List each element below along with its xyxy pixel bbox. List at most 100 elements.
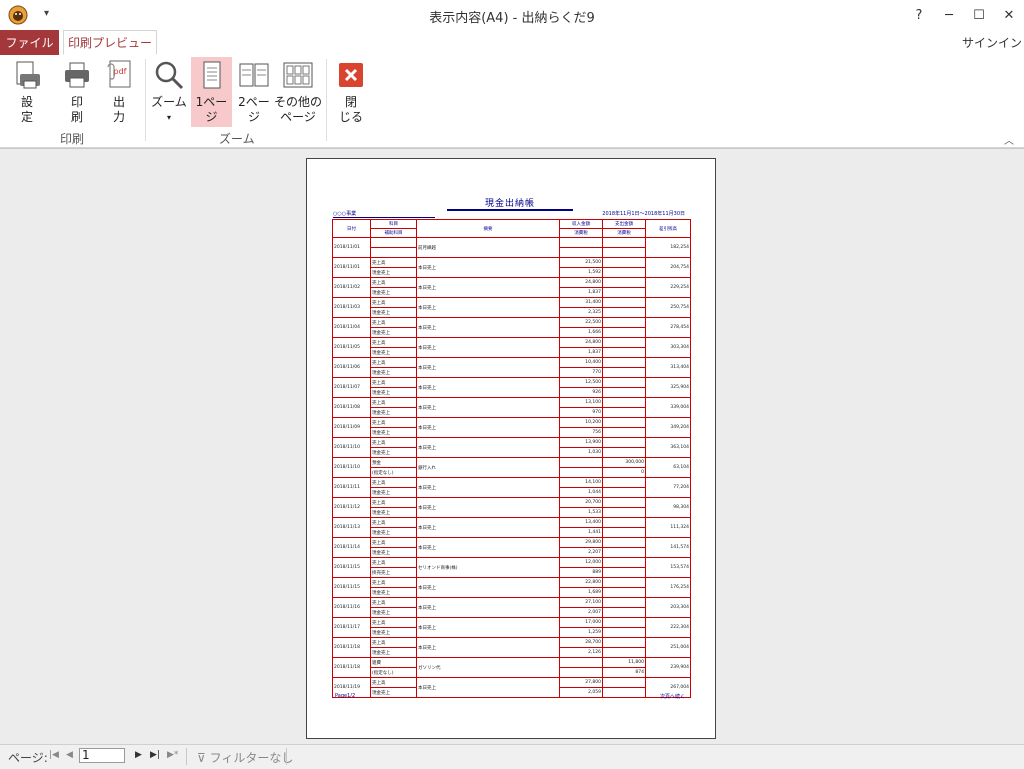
cell-sub-account: 現金売上 (370, 587, 417, 598)
cell-expense (602, 397, 646, 408)
cell-expense (602, 377, 646, 388)
cell-balance: 251,004 (645, 637, 691, 658)
print-button[interactable]: 印 刷 (58, 59, 96, 125)
ledger-row: 2018/11/06 売上高 本日売上 10,400 313,404 (332, 357, 691, 378)
cell-date: 2018/11/02 (332, 277, 371, 298)
cell-date: 2018/11/03 (332, 297, 371, 318)
cell-expense-tax (602, 647, 646, 658)
tab-file[interactable]: ファイル (0, 30, 59, 55)
ledger-row: 2018/11/16 売上高 本日売上 27,100 203,304 (332, 597, 691, 618)
cell-expense (602, 597, 646, 608)
cell-account: 売上高 (370, 617, 417, 628)
cell-summary: 本日売上 (416, 257, 560, 278)
svg-text:pdf: pdf (114, 67, 127, 76)
cell-expense-tax (602, 687, 646, 698)
cell-summary: 本日売上 (416, 517, 560, 538)
cell-income-tax: 926 (559, 387, 603, 398)
tab-print-preview[interactable]: 印刷プレビュー (63, 30, 157, 55)
cell-expense-tax (602, 607, 646, 618)
ledger-row: 2018/11/04 売上高 本日売上 22,500 278,454 (332, 317, 691, 338)
cell-expense (602, 337, 646, 348)
first-page-button[interactable]: |◀ (49, 750, 59, 760)
other-pages-button[interactable]: その他の ページ (274, 59, 323, 125)
ledger-row: 2018/11/19 売上高 本日売上 27,800 267,004 (332, 677, 691, 698)
printer-icon (65, 62, 89, 88)
cell-account: 売上高 (370, 357, 417, 368)
cell-sub-account: 現金売上 (370, 407, 417, 418)
cell-account: 売上高 (370, 637, 417, 648)
cell-expense (602, 357, 646, 368)
report-period: 2018年11月1日～2018年11月30日 (602, 211, 685, 217)
cell-expense: 300,000 (602, 457, 646, 468)
zoom-button[interactable]: ズーム ▾ (150, 59, 188, 125)
cell-account: 売上高 (370, 417, 417, 428)
cell-income-tax: 1,666 (559, 327, 603, 338)
cell-date: 2018/11/14 (332, 537, 371, 558)
cell-summary: 本日売上 (416, 597, 560, 618)
next-page-button[interactable]: ▶ (135, 750, 142, 760)
cell-balance: 222,304 (645, 617, 691, 638)
signin-link[interactable]: サインイン (962, 34, 1022, 51)
cell-expense-tax (602, 307, 646, 318)
cell-income-tax (559, 667, 603, 678)
cell-expense (602, 677, 646, 688)
cell-date: 2018/11/04 (332, 317, 371, 338)
other-pages-label: その他の ページ (274, 95, 323, 124)
close-icon (339, 63, 363, 87)
cell-expense (602, 637, 646, 648)
group-label-print: 印刷 (60, 132, 85, 146)
cell-sub-account: 現金売上 (370, 647, 417, 658)
cell-income: 12,500 (559, 377, 603, 388)
cell-income-tax (559, 467, 603, 478)
cell-income: 13,900 (559, 437, 603, 448)
cell-expense (602, 517, 646, 528)
cell-sub-account: 現金売上 (370, 287, 417, 298)
cell-sub-account: 現金売上 (370, 327, 417, 338)
maximize-button[interactable]: ☐ (964, 0, 994, 30)
output-button[interactable]: pdf 出 力 (100, 59, 138, 125)
cell-expense (602, 237, 646, 248)
last-page-button[interactable]: ▶| (150, 750, 160, 760)
cell-account: 売上高 (370, 397, 417, 408)
cell-date: 2018/11/09 (332, 417, 371, 438)
settings-button[interactable]: 設 定 (8, 59, 46, 125)
cell-income: 21,500 (559, 257, 603, 268)
one-page-button[interactable]: 1ペー ジ (191, 57, 232, 127)
new-record-button[interactable]: ▶* (167, 750, 178, 760)
close-window-button[interactable]: ✕ (994, 0, 1024, 30)
group-divider (145, 59, 146, 141)
help-button[interactable]: ? (904, 0, 934, 30)
close-preview-button[interactable]: 閉 じる (333, 59, 369, 125)
two-page-button[interactable]: 2ペー ジ (235, 59, 273, 125)
cell-balance: 349,204 (645, 417, 691, 438)
continued-note: 次頁へ続く (659, 694, 685, 700)
ledger-row: 2018/11/15 売上高 セリオンド商事(株) 12,000 153,574 (332, 557, 691, 578)
cell-balance: 141,574 (645, 537, 691, 558)
page-number-input[interactable]: 1 (79, 748, 125, 763)
cell-income: 29,800 (559, 537, 603, 548)
ledger-row: 2018/11/15 売上高 本日売上 22,800 176,254 (332, 577, 691, 598)
ledger-row: 2018/11/08 売上高 本日売上 13,100 339,004 (332, 397, 691, 418)
cell-balance: 203,304 (645, 597, 691, 618)
prev-page-button[interactable]: ◀ (66, 750, 73, 760)
collapse-ribbon-icon[interactable]: ︿ (1004, 132, 1014, 147)
minimize-button[interactable]: ─ (934, 0, 964, 30)
cell-sub-account: 現金売上 (370, 547, 417, 558)
cell-sub-account: 現金売上 (370, 307, 417, 318)
cell-expense-tax (602, 447, 646, 458)
cell-sub-account: (指定なし) (370, 667, 417, 678)
col-balance: 差引残高 (645, 219, 691, 238)
cell-summary: 本日売上 (416, 417, 560, 438)
cell-income: 10,200 (559, 417, 603, 428)
report-page: 現金出納帳 ○○○事業 2018年11月1日～2018年11月30日 日付 科目… (306, 158, 716, 739)
print-preview-area[interactable]: 現金出納帳 ○○○事業 2018年11月1日～2018年11月30日 日付 科目… (0, 148, 1024, 745)
cell-account: 売上高 (370, 677, 417, 688)
ledger-row: 2018/11/10 預金 銀行入れ 300,000 63,104 (332, 457, 691, 478)
cell-summary: 本日売上 (416, 297, 560, 318)
cell-income-tax: 889 (559, 567, 603, 578)
ledger-row: 2018/11/12 売上高 本日売上 20,700 98,304 (332, 497, 691, 518)
cell-expense (602, 577, 646, 588)
filter-status[interactable]: ⊽ フィルターなし (197, 749, 293, 766)
cell-income: 14,100 (559, 477, 603, 488)
cell-balance: 153,574 (645, 557, 691, 578)
